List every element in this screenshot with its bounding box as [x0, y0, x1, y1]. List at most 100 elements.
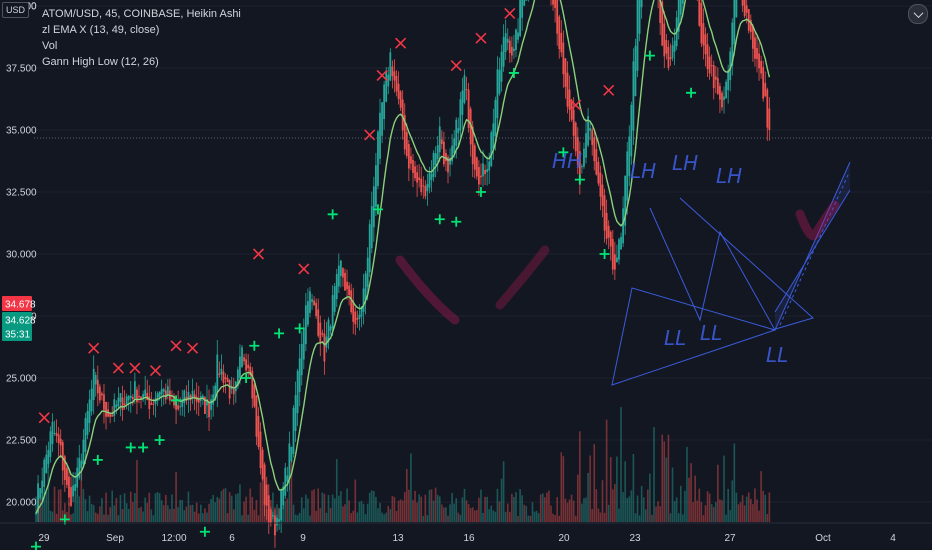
volume-bar	[49, 510, 52, 522]
volume-bar	[478, 497, 480, 522]
volume-bar	[758, 510, 760, 522]
volume-bar	[230, 495, 233, 522]
volume-bar	[438, 496, 441, 522]
volume-bar	[731, 480, 734, 522]
candle-body	[269, 509, 272, 524]
candle-body	[177, 405, 180, 410]
candle-body	[76, 467, 79, 488]
candle-body	[329, 326, 332, 331]
price-chart[interactable]: HHLHLHLHLLLLLL60.00057.50055.00052.50050…	[0, 0, 932, 550]
volume-bar	[59, 489, 62, 522]
volume-bar	[150, 509, 153, 522]
candle-body	[323, 333, 326, 362]
volume-bar	[329, 507, 332, 522]
candle-body	[144, 389, 147, 397]
volume-bar	[533, 511, 536, 522]
chart-settings-button[interactable]	[908, 4, 928, 24]
candle-body	[53, 432, 56, 434]
volume-bar	[593, 444, 596, 522]
candle-body	[300, 343, 303, 376]
candle-body	[96, 379, 99, 394]
candle-body	[393, 71, 396, 81]
volume-bar	[245, 496, 247, 522]
volume-bar	[587, 472, 589, 522]
volume-bar	[323, 493, 326, 522]
volume-bar	[426, 515, 429, 522]
candle-body	[519, 0, 521, 37]
volume-bar	[579, 431, 581, 522]
candle-body	[733, 0, 736, 45]
volume-bar	[362, 503, 365, 522]
volume-bar	[568, 499, 571, 522]
candle-body	[136, 389, 138, 403]
indicator-gann-label[interactable]: Gann High Low (12, 26)	[42, 54, 241, 70]
candle-body	[317, 309, 320, 336]
volume-bar	[607, 504, 610, 522]
volume-bar	[154, 493, 157, 522]
candle-body	[55, 432, 58, 436]
candle-body	[473, 145, 476, 170]
volume-bar	[167, 505, 169, 522]
volume-bar	[208, 503, 210, 522]
candle-body	[123, 403, 126, 405]
volume-bar	[583, 498, 585, 522]
candle-body	[601, 184, 604, 206]
volume-bar	[712, 507, 715, 522]
currency-unit-button[interactable]: USD	[2, 2, 30, 18]
volume-bar	[92, 505, 95, 522]
volume-bar	[725, 514, 727, 522]
volume-bar	[195, 502, 198, 522]
volume-bar	[136, 460, 138, 522]
volume-bar	[467, 504, 470, 522]
volume-bar	[189, 505, 192, 522]
volume-bar	[576, 474, 579, 522]
volume-bar	[618, 508, 620, 522]
candle-body	[68, 476, 70, 498]
indicator-volume-label[interactable]: Vol	[42, 38, 241, 54]
candle-body	[226, 378, 229, 383]
candle-body	[383, 84, 386, 120]
volume-bar	[630, 490, 633, 522]
volume-bar	[66, 512, 68, 522]
volume-bar	[715, 502, 717, 522]
volume-bar	[158, 493, 161, 522]
candle-body	[379, 112, 381, 159]
volume-bar	[45, 491, 48, 522]
volume-bar	[663, 441, 666, 522]
volume-bar	[686, 446, 688, 522]
candle-body	[358, 314, 361, 319]
candle-body	[556, 0, 559, 34]
symbol-title[interactable]: ATOM/USD, 45, COINBASE, Heikin Ashi	[42, 6, 241, 22]
candle-body	[568, 89, 571, 110]
volume-bar	[515, 492, 517, 522]
volume-bar	[696, 500, 699, 522]
volume-bar	[57, 489, 60, 522]
volume-bar	[739, 502, 742, 522]
candle-body	[603, 195, 606, 231]
candle-body	[103, 394, 105, 410]
volume-bar	[434, 487, 437, 522]
volume-bar	[620, 407, 622, 522]
volume-bar	[649, 473, 651, 522]
candle-body	[152, 403, 155, 405]
candle-body	[743, 0, 746, 17]
time-tick-label: 13	[392, 533, 404, 544]
candle-body	[455, 119, 458, 146]
candle-body	[430, 173, 433, 181]
volume-bar	[249, 488, 252, 522]
volume-bar	[356, 512, 359, 522]
candle-body	[725, 81, 727, 99]
candle-body	[768, 108, 771, 130]
indicator-ema-label[interactable]: zl EMA X (13, 49, close)	[42, 22, 241, 38]
volume-bar	[760, 471, 762, 522]
candle-body	[121, 397, 124, 411]
volume-bar	[399, 499, 402, 522]
candle-body	[727, 70, 730, 91]
volume-bar	[616, 456, 618, 522]
volume-bar	[125, 503, 128, 522]
volume-bar	[644, 509, 647, 522]
candle-body	[243, 357, 245, 362]
candle-body	[494, 99, 497, 137]
volume-bar	[401, 500, 404, 522]
volume-bar	[377, 508, 379, 522]
